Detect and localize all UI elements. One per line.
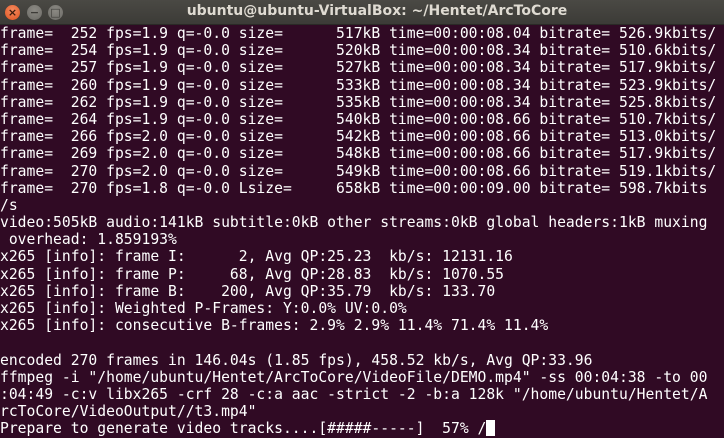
terminal-line: x265 [info]: consecutive B-frames: 2.9% …: [0, 317, 549, 335]
window-title: ubuntu@ubuntu-VirtualBox: ~/Hentet/ArcTo…: [186, 3, 568, 19]
terminal-line: /s: [0, 196, 18, 214]
terminal-line: frame= 254 fps=1.9 q=-0.0 size= 520kB ti…: [0, 42, 717, 60]
terminal-output[interactable]: frame= 252 fps=1.9 q=-0.0 size= 517kB ti…: [0, 25, 724, 438]
terminal-line: x265 [info]: frame P: 68, Avg QP:28.83 k…: [0, 265, 505, 283]
terminal-line: frame= 266 fps=2.0 q=-0.0 size= 542kB ti…: [0, 128, 717, 146]
terminal-line: encoded 270 frames in 146.04s (1.85 fps)…: [0, 351, 593, 369]
text-cursor: [486, 420, 496, 437]
progress-text: Prepare to generate video tracks....[###…: [0, 420, 487, 438]
terminal-line: frame= 252 fps=1.9 q=-0.0 size= 517kB ti…: [0, 25, 717, 42]
terminal-line: x265 [info]: frame I: 2, Avg QP:25.23 kb…: [0, 248, 513, 266]
terminal-line: x265 [info]: Weighted P-Frames: Y:0.0% U…: [0, 300, 407, 317]
terminal-line: video:505kB audio:141kB subtitle:0kB oth…: [0, 214, 708, 232]
window-titlebar[interactable]: × − □ ubuntu@ubuntu-VirtualBox: ~/Hentet…: [0, 0, 724, 25]
terminal-line: frame= 270 fps=2.0 q=-0.0 size= 549kB ti…: [0, 162, 717, 180]
terminal-line: frame= 257 fps=1.9 q=-0.0 size= 527kB ti…: [0, 59, 717, 77]
terminal-line: :04:49 -c:v libx265 -crf 28 -c:a aac -st…: [0, 385, 708, 403]
terminal-line: frame= 262 fps=1.9 q=-0.0 size= 535kB ti…: [0, 93, 717, 111]
terminal-line: x265 [info]: frame B: 200, Avg QP:35.79 …: [0, 282, 496, 300]
terminal-line: overhead: 1.859193%: [0, 231, 177, 249]
terminal-line: frame= 260 fps=1.9 q=-0.0 size= 533kB ti…: [0, 76, 717, 94]
progress-line: Prepare to generate video tracks....[###…: [0, 420, 724, 437]
terminal-line: frame= 270 fps=1.8 q=-0.0 Lsize= 658kB t…: [0, 179, 708, 197]
terminal-line: rcToCore/VideoOutput//t3.mp4": [0, 403, 257, 421]
terminal-line: frame= 269 fps=2.0 q=-0.0 size= 548kB ti…: [0, 145, 717, 163]
terminal-line: ffmpeg -i "/home/ubuntu/Hentet/ArcToCore…: [0, 368, 708, 386]
terminal-line: frame= 264 fps=1.9 q=-0.0 size= 540kB ti…: [0, 110, 717, 128]
